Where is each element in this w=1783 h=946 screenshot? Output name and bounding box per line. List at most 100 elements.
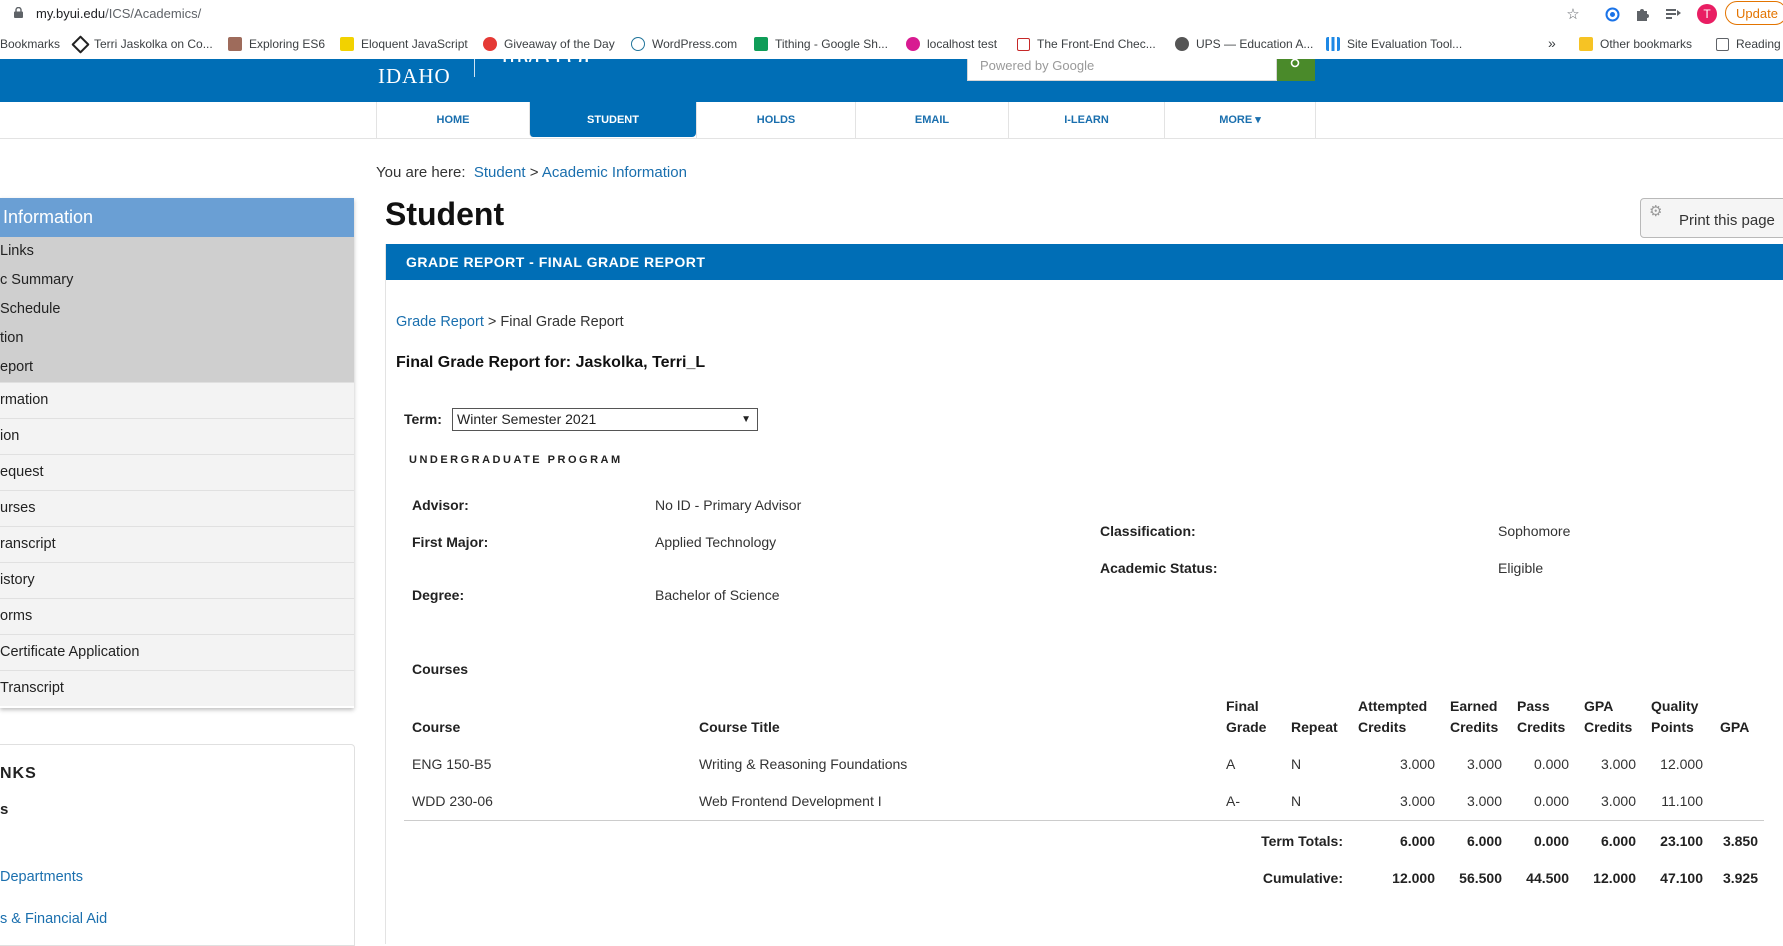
bookmark-item[interactable]: Terri Jaskolka on Co... [71,34,213,54]
folder-icon [1579,37,1593,51]
cumulative-gpa-credits: 12.000 [1593,870,1636,886]
breadcrumb-student-link[interactable]: Student [474,164,526,181]
logo-mybyui[interactable]: myBYUI [502,45,590,62]
th-quality-points: Quality Points [1651,698,1699,735]
breadcrumb-academic-info-link[interactable]: Academic Information [542,164,687,181]
nav-ilearn[interactable]: I-LEARN [1008,102,1164,138]
breadcrumb-separator: > [529,164,539,181]
sidebar-item[interactable]: ion [0,418,354,454]
sidebar-item[interactable]: orms [0,598,354,634]
quick-links-box: NKS s Departments s & Financial Aid [0,744,355,946]
url-host: my.byui.edu [36,6,106,21]
reading-list[interactable]: Reading [1716,37,1781,51]
cell-gpa-credits: 3.000 [1600,756,1636,772]
search-input[interactable]: Powered by Google [967,59,1277,81]
sidebar-subitem[interactable]: Links [0,237,354,266]
nav-home[interactable]: HOME [376,102,529,138]
quick-links-title: NKS [0,765,37,782]
bookmark-item[interactable]: UPS — Education A... [1175,37,1313,51]
sidebar-item[interactable]: urses [0,490,354,526]
program-heading: UNDERGRADUATE PROGRAM [409,454,623,466]
browser-address-bar[interactable]: my.byui.edu/ICS/Academics/ ☆ T Update [0,0,1783,28]
search-icon [1290,58,1300,68]
bookmark-item[interactable]: localhost test [906,37,997,51]
nav-email[interactable]: EMAIL [855,102,1008,138]
sidebar-subitem[interactable]: c Summary [0,266,354,295]
th-repeat: Repeat [1291,719,1338,735]
cell-quality: 11.100 [1661,793,1703,809]
bookmarks-bar: Bookmarks Terri Jaskolka on Co... Explor… [0,33,1783,59]
reading-list-icon[interactable] [1664,5,1682,23]
site-header: IDAHO myBYUI Powered by Google [0,45,1783,102]
panel-title: GRADE REPORT - FINAL GRADE REPORT [386,244,1783,280]
sidebar-heading[interactable]: Information [0,198,354,237]
codepen-icon [71,34,90,54]
major-value: Applied Technology [655,534,777,550]
sidebar-item[interactable]: Transcript [0,670,354,706]
sidebar-item[interactable]: equest [0,454,354,490]
bookmark-label: Site Evaluation Tool... [1347,37,1463,51]
bookmark-label: Tithing - Google Sh... [775,37,888,51]
degree-value: Bachelor of Science [655,587,780,603]
sidebar-item[interactable]: ranscript [0,526,354,562]
page-title: Student [385,196,505,232]
academic-status-label: Academic Status: [1100,560,1218,576]
bookmark-label: The Front-End Chec... [1037,37,1156,51]
cumulative-gpa: 3.925 [1722,870,1758,886]
sidebar-subitem[interactable]: eport [0,353,354,382]
checklist-icon [1017,37,1030,51]
report-for-heading: Final Grade Report for: Jaskolka, Terri_… [396,354,706,371]
sidebar: Information Links c Summary Schedule tio… [0,198,354,708]
sidebar-item[interactable]: istory [0,562,354,598]
financial-aid-link[interactable]: s & Financial Aid [0,911,107,927]
cumulative-label: Cumulative: [1262,870,1343,886]
th-pass-credits: Pass Credits [1517,698,1566,735]
sidebar-subitem[interactable]: Schedule [0,295,354,324]
bookmark-item[interactable]: Site Evaluation Tool... [1326,37,1462,51]
sidebar-subitem[interactable]: tion [0,324,354,353]
main-nav: HOME STUDENT HOLDS EMAIL I-LEARN MORE ▾ [0,102,1783,139]
cell-repeat: N [1291,756,1302,772]
bookmark-item[interactable]: The Front-End Chec... [1017,37,1156,51]
bookmark-label: Eloquent JavaScript [361,37,468,51]
search-button[interactable] [1277,58,1315,81]
bookmarks-overflow-button[interactable]: » [1548,35,1556,51]
bookmark-item[interactable]: Eloquent JavaScript [340,37,468,51]
update-button[interactable]: Update [1725,1,1783,25]
bookmark-item[interactable]: Tithing - Google Sh... [754,37,888,51]
star-icon[interactable]: ☆ [1564,5,1582,23]
bookmark-item[interactable]: WordPress.com [631,37,737,51]
sidebar-item[interactable]: rmation [0,382,354,418]
grade-report-link[interactable]: Grade Report [396,314,484,330]
other-bookmarks[interactable]: Other bookmarks [1579,37,1692,51]
nav-holds[interactable]: HOLDS [696,102,855,138]
term-attempted: 6.000 [1399,833,1435,849]
term-select-value: Winter Semester 2021 [457,411,597,427]
table-divider [404,820,1764,821]
profile-avatar[interactable]: T [1697,4,1717,24]
bookmark-label: Exploring ES6 [249,37,326,51]
cell-course: ENG 150-B5 [412,756,492,772]
quick-links-subtitle: s [0,801,9,818]
puzzle-icon[interactable] [1633,5,1651,23]
bookmark-item[interactable]: Bookmarks [0,37,60,51]
print-page-button[interactable]: ⚙ Print this page [1640,198,1783,238]
nav-student[interactable]: STUDENT [529,102,696,137]
chevron-down-icon: ▼ [741,414,751,425]
extension-circle-icon[interactable] [1603,5,1621,23]
courses-heading: Courses [412,661,469,677]
url-path: /ICS/Academics/ [105,6,202,21]
sidebar-item[interactable]: Certificate Application [0,634,354,670]
th-final-grade: Final Grade [1226,698,1267,735]
logo-idaho[interactable]: IDAHO [378,64,451,89]
book-icon [228,37,242,51]
breadcrumb: You are here: Student > Academic Informa… [376,164,687,181]
classification-label: Classification: [1100,523,1196,539]
url-text[interactable]: my.byui.edu/ICS/Academics/ [36,6,201,21]
term-gpa: 3.850 [1722,833,1758,849]
nav-more[interactable]: MORE ▾ [1164,102,1316,138]
cell-earned: 3.000 [1466,756,1502,772]
term-select[interactable]: Winter Semester 2021 ▼ [452,408,758,431]
bookmark-item[interactable]: Exploring ES6 [228,37,325,51]
departments-link[interactable]: Departments [0,869,83,885]
